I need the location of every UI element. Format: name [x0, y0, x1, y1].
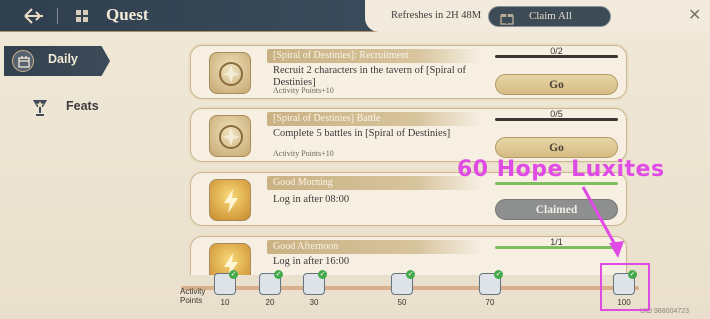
annotation-label: 60 Hope Luxites — [457, 157, 665, 182]
quest-screen: Quest Refreshes in 2H 48M Claim All ✕ Da… — [0, 0, 710, 319]
annotation-highlight-box — [600, 263, 650, 311]
